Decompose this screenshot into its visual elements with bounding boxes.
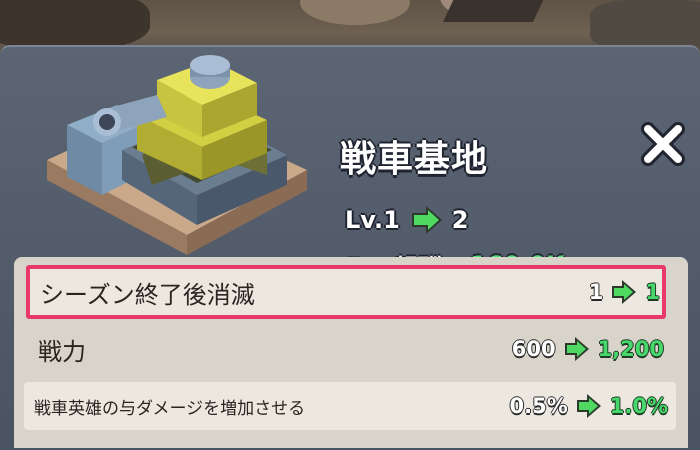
- green-arrow-right-icon: [576, 394, 601, 418]
- stat-values: 0.5% 1.0%: [509, 394, 668, 418]
- stat-label: 戦力: [38, 337, 86, 366]
- green-arrow-right-icon: [411, 206, 442, 234]
- stat-row-season: シーズン終了後消滅 1 1: [26, 265, 666, 319]
- stat-row-power: 戦力 600 1,200: [14, 326, 672, 372]
- stat-label: 戦車英雄の与ダメージを増加させる: [34, 398, 306, 419]
- background-hill: [590, 0, 700, 50]
- stat-row-tank-hero-damage: 戦車英雄の与ダメージを増加させる 0.5% 1.0%: [24, 382, 676, 430]
- stat-from: 0.5%: [509, 394, 568, 418]
- level-next: 2: [451, 206, 469, 234]
- stat-to: 1,200: [597, 337, 664, 361]
- green-arrow-right-icon: [612, 280, 637, 304]
- background-tile: [443, 0, 547, 22]
- level-row: Lv.1 2: [345, 202, 469, 238]
- background-rock: [0, 0, 150, 50]
- stat-label: シーズン終了後消滅: [40, 280, 255, 309]
- close-x-icon[interactable]: [638, 119, 688, 169]
- stat-values: 600 1,200: [512, 337, 664, 361]
- building-title: 戦車基地: [340, 139, 489, 180]
- stat-from: 600: [511, 337, 556, 361]
- stat-values: 1 1: [589, 280, 660, 304]
- stat-from: 1: [588, 280, 604, 304]
- green-arrow-right-icon: [564, 337, 589, 361]
- stat-to: 1: [645, 280, 660, 304]
- level-current: Lv.1: [345, 206, 400, 234]
- background-rock: [300, 0, 410, 25]
- stat-to: 1.0%: [609, 394, 668, 418]
